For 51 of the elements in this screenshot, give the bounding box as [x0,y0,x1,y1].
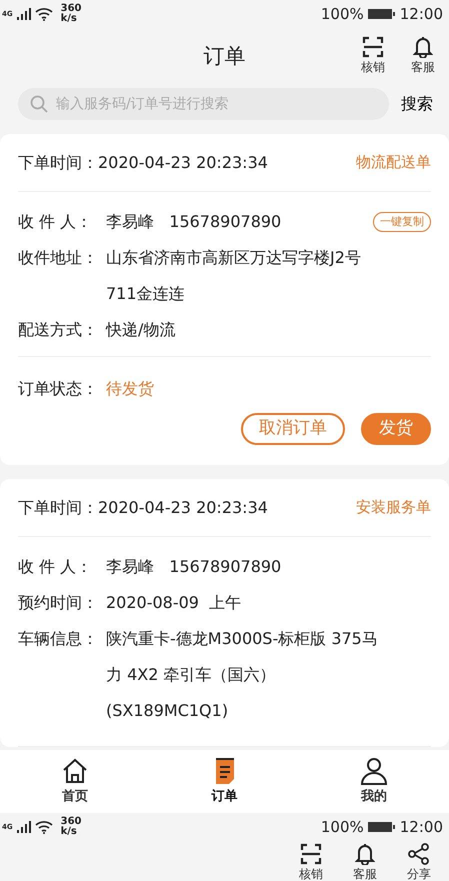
signal-icon [16,8,31,20]
header-action-button[interactable]: 分享 [407,843,431,881]
order-status: 待发货 [106,378,155,400]
notepad-icon [214,756,236,785]
order-time: 下单时间：2020-04-23 20:23:34 [18,496,268,518]
page-title: 订单 [204,43,246,70]
field-value: 李易峰 15678907890 [106,211,282,233]
wifi-icon [34,7,53,21]
field-label: 预约时间： [18,592,99,614]
signal-icon [16,821,31,833]
person-icon [360,756,388,785]
field-label: 车辆信息： [18,628,99,650]
scan-icon [300,843,322,865]
clock-time: 12:00 [400,816,443,838]
field-value: 山东省济南市高新区万达写字楼J2号711金连连 [106,247,362,305]
header-action-button[interactable]: 核销 [361,36,385,76]
field-value: 2020-08-09 上午 [106,592,242,614]
field-label: 订单状态： [18,378,99,400]
speed-unit: k/s [60,827,78,837]
battery-percent: 100% [320,816,364,838]
order-type: 物流配送单 [356,152,431,174]
header-action-button[interactable]: 客服 [353,843,377,881]
field-label: 收 件 人： [18,556,94,578]
field-value: 李易峰 15678907890 [106,556,282,578]
header-action-button[interactable]: 核销 [299,843,323,881]
field-label: 配送方式： [18,319,99,341]
tab-item[interactable]: 首页 [0,750,150,813]
tab-item[interactable]: 我的 [299,750,449,813]
search-button[interactable]: 搜索 [401,92,433,116]
wifi-icon [34,820,53,834]
tab-item[interactable]: 订单 [150,750,300,813]
clock-time: 12:00 [400,4,443,25]
field-label: 收 件 人： [18,211,94,233]
order-type: 安装服务单 [356,497,431,518]
order-time: 下单时间：2020-04-23 20:23:34 [18,152,268,174]
battery-percent: 100% [320,4,364,25]
share-icon [408,843,430,865]
field-label: 收件地址： [18,247,99,269]
home-icon [60,756,89,785]
bell-icon [355,843,375,865]
battery-icon [368,8,396,20]
search-field[interactable]: 输入服务码/订单号进行搜索 [18,88,389,120]
header-action-button[interactable]: 客服 [411,36,435,76]
scan-icon [362,36,384,58]
battery-icon [368,821,396,833]
field-value: 快递/物流 [106,319,176,341]
speed-unit: k/s [60,14,78,24]
field-value: 陕汽重卡-德龙M3000S-标柜版 375马力 4X2 牵引车（国六）(SX189MC1Q1) [106,628,378,722]
speed-value: 360 [60,817,82,827]
speed-value: 360 [60,4,82,14]
bell-icon [413,36,433,58]
